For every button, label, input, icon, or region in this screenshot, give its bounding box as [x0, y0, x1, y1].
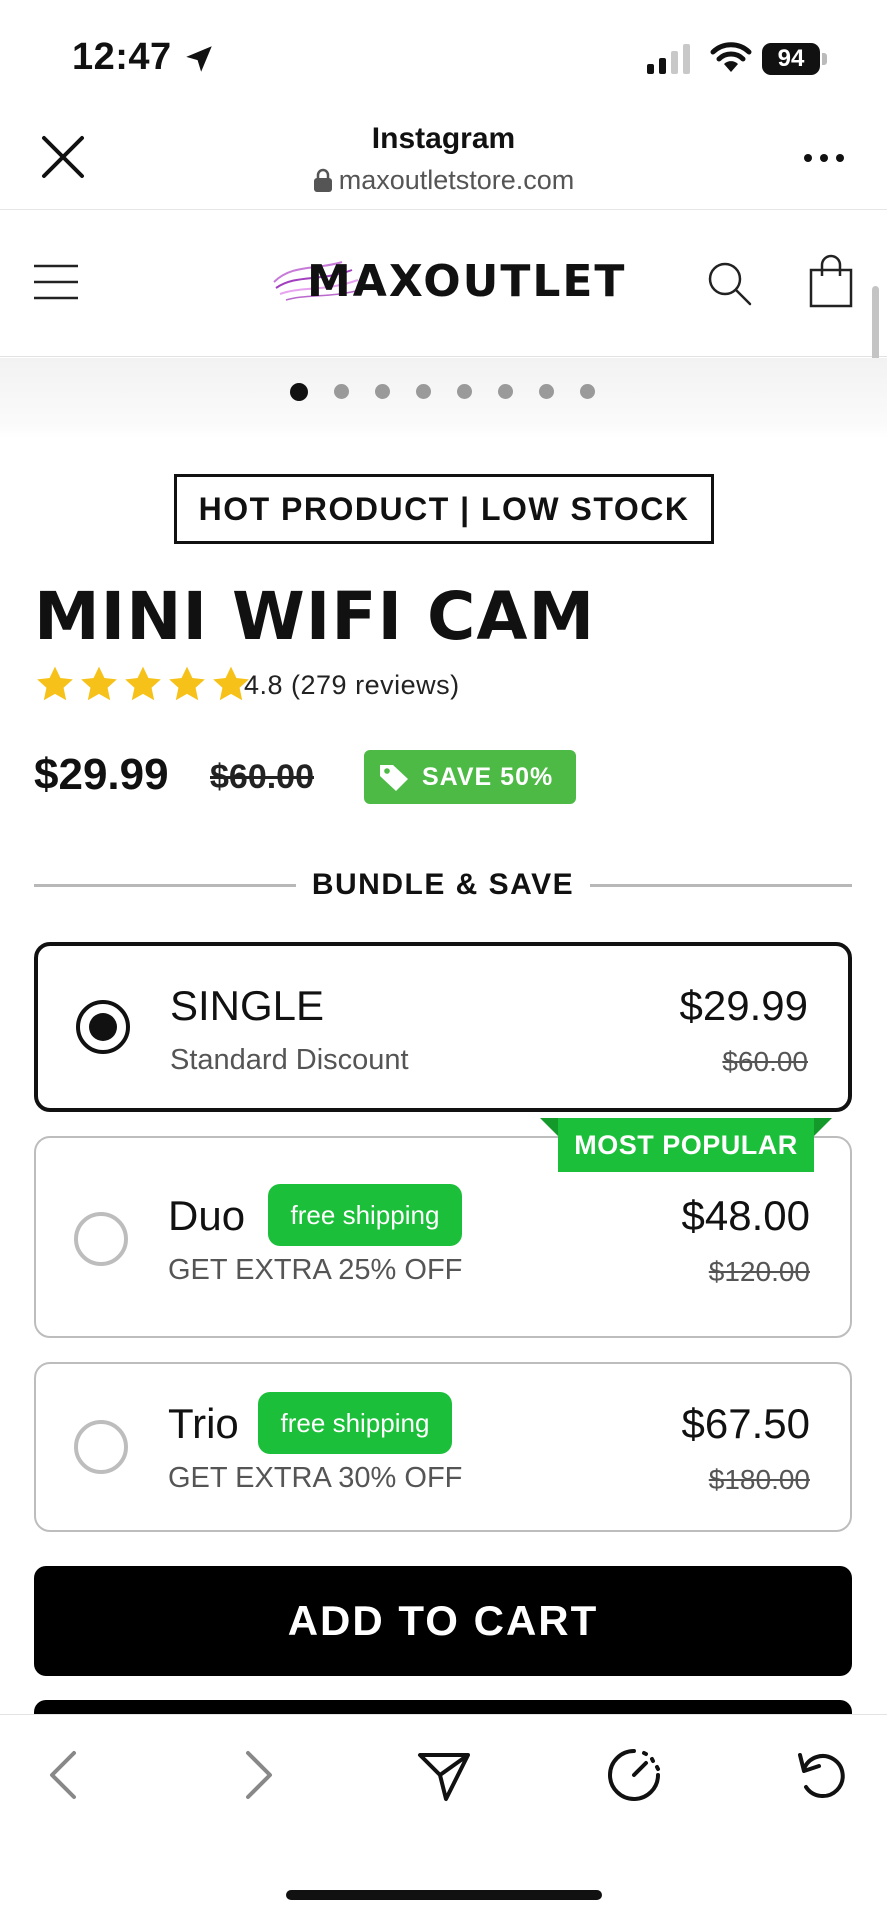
option-name: SINGLE [170, 982, 325, 1029]
option-compare-price: $180.00 [708, 1464, 810, 1495]
compare-at-price: $60.00 [210, 758, 314, 796]
option-compare-price: $120.00 [708, 1256, 810, 1287]
reload-icon[interactable] [792, 1745, 852, 1805]
tag-icon [380, 765, 408, 791]
share-icon[interactable] [414, 1745, 474, 1805]
carousel-dot[interactable] [334, 384, 349, 399]
in-app-browser-header: Instagram maxoutletstore.com [0, 110, 887, 210]
divider [34, 884, 296, 887]
product-title: MINI WIFI CAM [34, 578, 596, 655]
store-header: MAXOUTLET [0, 210, 887, 357]
product-price: $29.99 [34, 750, 169, 799]
radio-selected-icon[interactable] [76, 1000, 130, 1054]
rating-text[interactable]: 4.8 (279 reviews) [244, 670, 460, 701]
search-icon[interactable] [706, 260, 752, 306]
carousel-dot[interactable] [375, 384, 390, 399]
bundle-title: BUNDLE & SAVE [311, 868, 575, 901]
ribbon-fold [540, 1118, 558, 1136]
carousel-dot[interactable] [416, 384, 431, 399]
speed-icon[interactable] [604, 1745, 664, 1805]
status-time: 12:47 [72, 36, 172, 78]
ribbon-fold [814, 1118, 832, 1136]
carousel-dot[interactable] [580, 384, 595, 399]
carousel-dot[interactable] [457, 384, 472, 399]
rating-stars [34, 664, 252, 706]
most-popular-badge: MOST POPULAR [558, 1118, 814, 1172]
option-subtitle: GET EXTRA 25% OFF [168, 1254, 463, 1286]
option-compare-price: $60.00 [722, 1046, 808, 1077]
add-to-cart-button[interactable]: ADD TO CART [34, 1566, 852, 1676]
divider [590, 884, 852, 887]
carousel-dot[interactable] [539, 384, 554, 399]
url-text: maxoutletstore.com [338, 165, 575, 195]
star-icon [81, 666, 117, 701]
star-icon [37, 666, 73, 701]
back-icon[interactable] [36, 1745, 96, 1805]
home-indicator[interactable] [286, 1890, 602, 1900]
option-price: $67.50 [681, 1400, 810, 1447]
save-label: SAVE 50% [422, 762, 554, 791]
star-icon [125, 666, 161, 701]
store-logo[interactable]: MAXOUTLET [272, 250, 624, 310]
option-price: $29.99 [679, 982, 808, 1029]
battery-icon: 94 [762, 43, 828, 75]
star-icon [169, 666, 205, 701]
location-arrow-icon [186, 46, 212, 72]
signal-icon [647, 44, 690, 74]
free-shipping-badge: free shipping [258, 1392, 452, 1454]
menu-icon[interactable] [34, 262, 78, 302]
bundle-option-trio[interactable]: Trio free shipping GET EXTRA 30% OFF $67… [34, 1362, 852, 1532]
lock-icon [313, 168, 332, 192]
status-bar: 12:47 94 [0, 0, 887, 110]
hot-product-badge: HOT PRODUCT | LOW STOCK [174, 474, 714, 544]
carousel-dot[interactable] [290, 383, 308, 401]
radio-unselected-icon[interactable] [74, 1420, 128, 1474]
wifi-icon [710, 42, 752, 72]
option-price: $48.00 [681, 1192, 810, 1239]
more-icon[interactable] [800, 150, 848, 166]
radio-unselected-icon[interactable] [74, 1212, 128, 1266]
carousel-dot[interactable] [498, 384, 513, 399]
save-badge: SAVE 50% [364, 750, 576, 804]
forward-icon[interactable] [226, 1745, 286, 1805]
browser-url[interactable]: maxoutletstore.com [0, 165, 887, 196]
shopping-bag-icon[interactable] [808, 254, 854, 308]
carousel-dots [290, 383, 595, 404]
battery-level: 94 [762, 43, 820, 75]
bundle-option-single[interactable]: SINGLE Standard Discount $29.99 $60.00 [34, 942, 852, 1112]
logo-text: MAXOUTLET [307, 256, 627, 307]
option-subtitle: Standard Discount [170, 1044, 409, 1076]
option-name: Duo [168, 1192, 246, 1239]
browser-title: Instagram [371, 122, 516, 155]
option-subtitle: GET EXTRA 30% OFF [168, 1462, 463, 1494]
option-name: Trio [168, 1400, 239, 1447]
free-shipping-badge: free shipping [268, 1184, 462, 1246]
